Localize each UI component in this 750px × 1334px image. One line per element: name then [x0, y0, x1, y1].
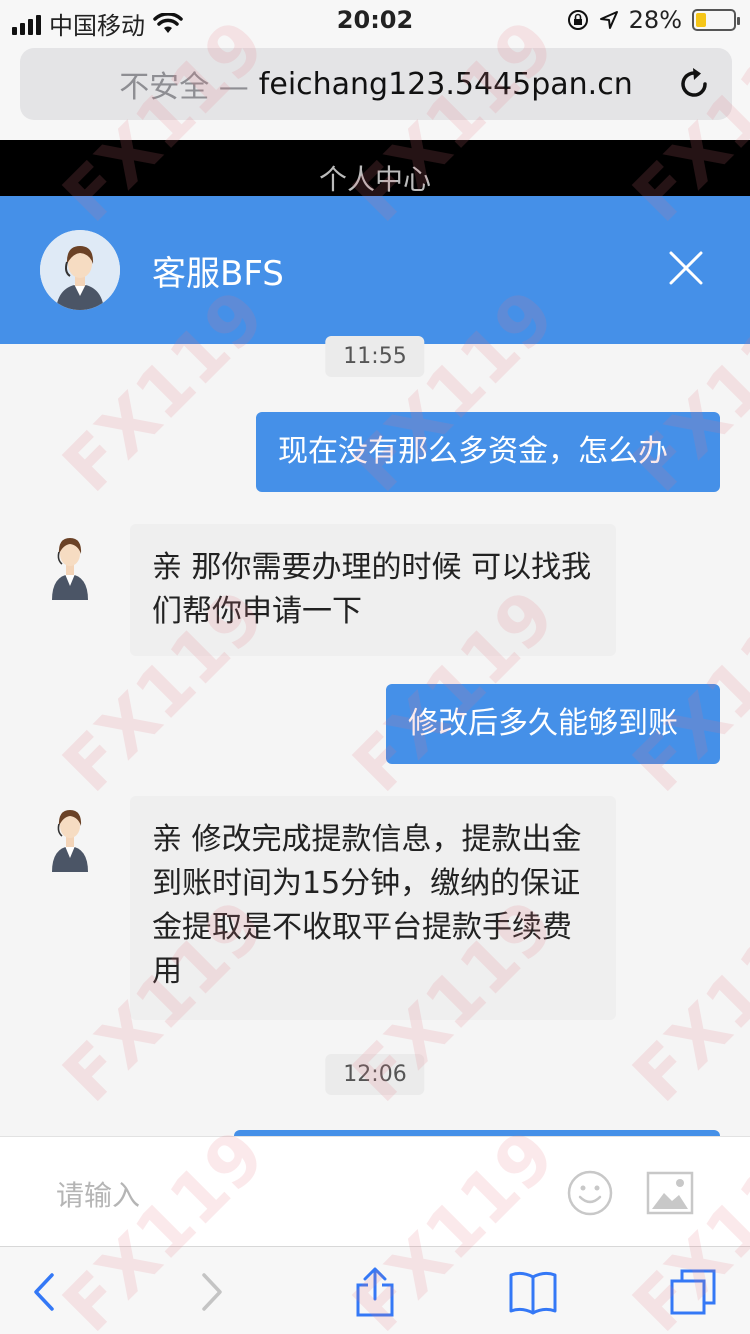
share-icon[interactable]	[350, 1267, 400, 1317]
reload-icon[interactable]	[674, 64, 714, 104]
close-icon[interactable]	[668, 250, 704, 286]
message-input[interactable]	[56, 1175, 536, 1215]
forward-icon[interactable]	[186, 1267, 236, 1317]
orientation-lock-icon	[567, 10, 588, 30]
sent-message: 修改后多久能够到账	[386, 684, 720, 764]
time-badge: 12:06	[325, 1054, 425, 1095]
agent-name: 客服BFS	[152, 254, 284, 294]
watermark: FX119	[617, 884, 750, 1118]
time-badge: 11:55	[325, 336, 425, 377]
image-icon[interactable]	[646, 1171, 694, 1215]
emoji-icon[interactable]	[566, 1169, 614, 1217]
received-message: 亲 那你需要办理的时候 可以找我们帮你申请一下	[130, 524, 616, 656]
sent-message: 现在没有那么多资金，怎么办	[256, 412, 720, 492]
insecure-label: 不安全 —	[119, 70, 249, 105]
browser-toolbar	[0, 1246, 750, 1334]
status-right: 28%	[567, 6, 740, 34]
bookmarks-icon[interactable]	[508, 1267, 558, 1317]
chat-header: 客服BFS	[0, 196, 750, 344]
back-icon[interactable]	[20, 1267, 70, 1317]
battery-percent: 28%	[628, 6, 682, 34]
browser-address-area: 不安全 — feichang123.5445pan.cn	[0, 40, 750, 140]
page-title: 个人中心	[0, 140, 750, 196]
status-bar: 中国移动 20:02 28%	[0, 0, 750, 40]
agent-avatar-small	[52, 810, 88, 872]
location-icon	[599, 11, 618, 29]
battery-fill	[696, 13, 707, 27]
chat-input-bar	[0, 1136, 750, 1246]
battery-icon	[692, 9, 740, 31]
agent-avatar-small	[52, 538, 88, 600]
url-domain: feichang123.5445pan.cn	[258, 66, 633, 102]
received-message: 亲 修改完成提款信息，提款出金到账时间为15分钟，缴纳的保证金提取是不收取平台提…	[130, 796, 616, 1020]
agent-avatar	[40, 230, 120, 310]
tabs-icon[interactable]	[668, 1267, 718, 1317]
address-bar[interactable]: 不安全 — feichang123.5445pan.cn	[20, 48, 732, 120]
